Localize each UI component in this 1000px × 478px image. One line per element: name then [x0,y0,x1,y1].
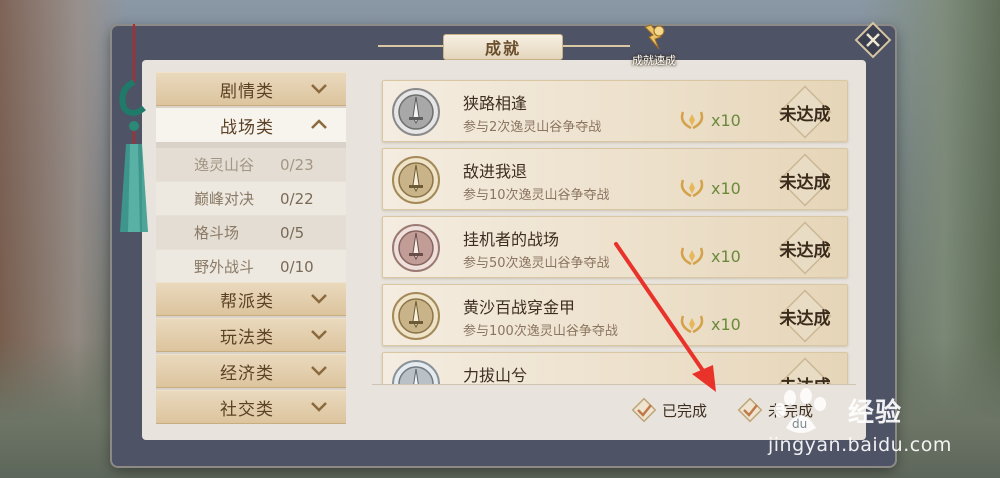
sword-badge-icon [392,156,440,204]
achievement-status-button[interactable]: 未达成 [761,353,849,384]
reward-quantity: x10 [711,111,741,130]
baidu-jingyan-watermark: du 经验 jingyan.baidu.com [760,382,990,462]
chevron-down-icon [311,294,327,304]
chevron-down-icon [311,366,327,376]
reward-quantity: x10 [711,247,741,266]
checkbox-icon [631,397,657,423]
svg-text:du: du [792,417,807,431]
category-economy[interactable]: 经济类 [156,354,346,388]
laurel-points-icon [680,247,704,266]
title-divider-right [560,45,630,47]
achievement-status-button[interactable]: 未达成 [761,217,849,279]
achievement-card: 黄沙百战穿金甲 参与100次逸灵山谷争夺战 x10 未达成 [382,284,848,346]
page-title: 成就 [443,34,563,60]
category-sidebar: 剧情类 战场类 逸灵山谷 0/23 巅峰对决 0/22 格斗场 0/5 野外战斗… [156,72,346,424]
category-plot[interactable]: 剧情类 [156,72,346,106]
close-icon[interactable] [853,20,893,60]
chevron-down-icon [311,330,327,340]
achievement-list[interactable]: 狭路相逢 参与2次逸灵山谷争夺战 x10 未达成 敌进我退 参与10次逸灵山谷争… [372,72,856,384]
laurel-points-icon [680,179,704,198]
achievement-name: 敌进我退 [463,162,528,181]
laurel-points-icon [680,315,704,334]
sword-badge-icon [392,292,440,340]
laurel-points-icon [680,111,704,130]
paw-logo-icon: du [774,388,826,433]
achievement-description: 参与100次逸灵山谷争夺战 [463,324,618,339]
chevron-down-icon [311,402,327,412]
sword-badge-icon [392,224,440,272]
fast-achievement-icon [644,24,665,50]
chevron-down-icon [311,84,327,94]
achievement-description: 参与50次逸灵山谷争夺战 [463,256,610,271]
subcategory-peak-duel[interactable]: 巅峰对决 0/22 [156,182,346,216]
subcategory-yiling-valley[interactable]: 逸灵山谷 0/23 [156,148,346,182]
achievement-description: 参与2次逸灵山谷争夺战 [463,120,602,135]
chevron-up-icon [311,119,327,129]
achievement-status-button[interactable]: 未达成 [761,81,849,143]
achievement-name: 力拔山兮 [463,366,528,384]
quick-complete-label: 成就速成 [632,54,676,67]
achievement-name: 黄沙百战穿金甲 [463,298,576,317]
achievement-name: 挂机者的战场 [463,230,560,249]
achievement-card: 挂机者的战场 参与50次逸灵山谷争夺战 x10 未达成 [382,216,848,278]
achievement-card: 狭路相逢 参与2次逸灵山谷争夺战 x10 未达成 [382,80,848,142]
achievement-status-button[interactable]: 未达成 [761,149,849,211]
category-gameplay[interactable]: 玩法类 [156,318,346,352]
reward-quantity: x10 [711,315,741,334]
achievement-description: 参与10次逸灵山谷争夺战 [463,188,610,203]
sword-badge-icon [392,360,440,384]
category-social[interactable]: 社交类 [156,390,346,424]
subcategory-field-battle[interactable]: 野外战斗 0/10 [156,250,346,284]
achievement-name: 狭路相逢 [463,94,528,113]
sword-badge-icon [392,88,440,136]
achievement-quick-complete-button[interactable]: 成就速成 [622,20,686,68]
achievement-status-button[interactable]: 未达成 [761,285,849,347]
jade-tassel-decoration-icon [119,24,148,232]
subcategory-arena[interactable]: 格斗场 0/5 [156,216,346,250]
filter-completed-toggle[interactable]: 已完成 [630,395,707,425]
title-divider-left [378,45,448,47]
achievement-card: 力拔山兮 未达成 [382,352,848,384]
category-battlefield[interactable]: 战场类 [156,108,346,142]
category-guild[interactable]: 帮派类 [156,282,346,316]
reward-quantity: x10 [711,179,741,198]
achievement-card: 敌进我退 参与10次逸灵山谷争夺战 x10 未达成 [382,148,848,210]
